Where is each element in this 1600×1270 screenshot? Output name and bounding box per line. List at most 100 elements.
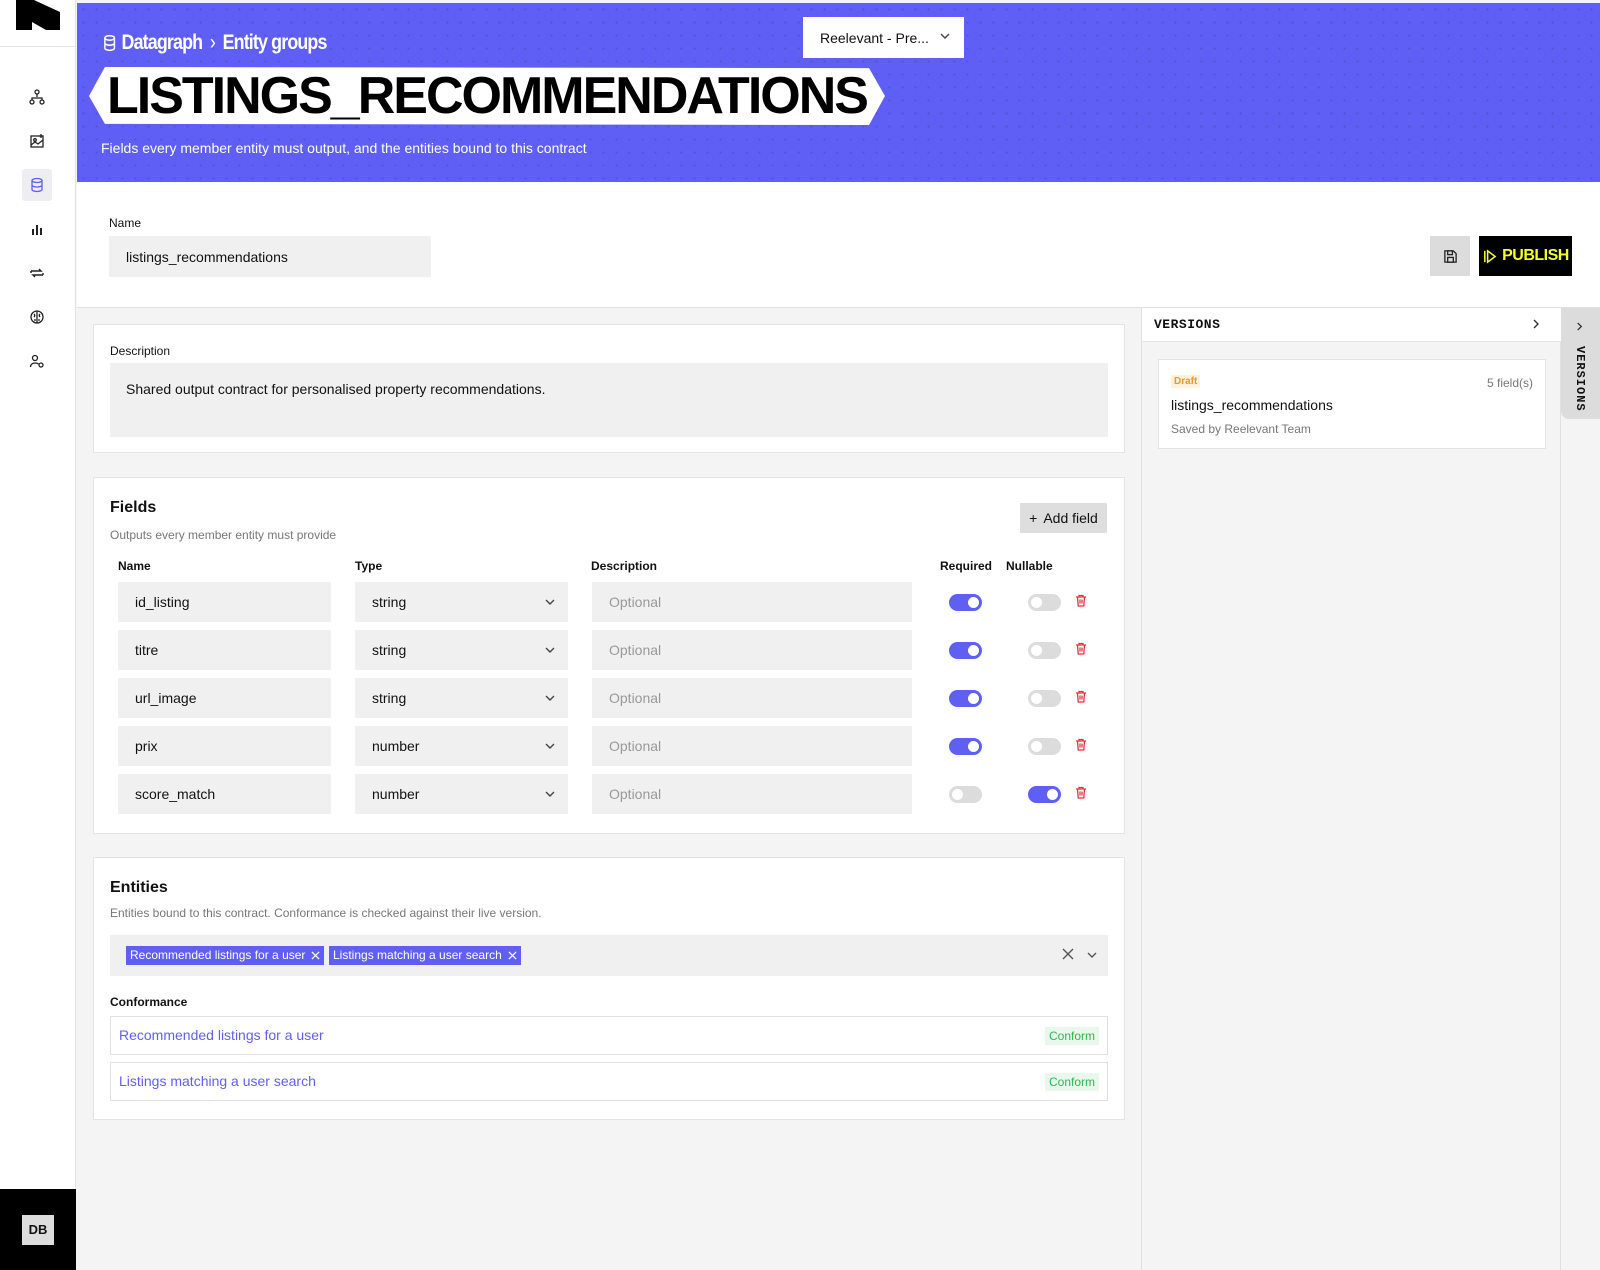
- description-label: Description: [110, 344, 171, 358]
- chevron-down-icon[interactable]: [1086, 949, 1098, 961]
- description-card: Description Shared output contract for p…: [93, 324, 1125, 453]
- trash-icon[interactable]: [1075, 786, 1087, 799]
- fields-subtitle: Outputs every member entity must provide: [110, 528, 337, 542]
- close-icon[interactable]: [311, 951, 320, 960]
- org-chart-icon[interactable]: [22, 81, 52, 113]
- toggle-knob: [952, 789, 963, 800]
- page-header: Datagraph › Entity groups LISTINGS_RECOM…: [77, 3, 1600, 182]
- toggle-knob: [1047, 789, 1058, 800]
- chevron-right-icon[interactable]: [1531, 319, 1541, 329]
- column-header-nullable: Nullable: [1006, 559, 1053, 573]
- conformance-entity-link[interactable]: Listings matching a user search: [119, 1073, 316, 1089]
- toggle-knob: [968, 741, 979, 752]
- trash-icon[interactable]: [1075, 594, 1087, 607]
- save-button[interactable]: [1430, 236, 1470, 276]
- name-input[interactable]: [109, 236, 431, 277]
- toggle-knob: [1031, 645, 1042, 656]
- nullable-toggle[interactable]: [1028, 642, 1061, 659]
- field-name-input[interactable]: score_match: [118, 774, 331, 814]
- required-toggle[interactable]: [949, 594, 982, 611]
- save-icon: [1443, 249, 1457, 263]
- column-header-description: Description: [591, 559, 658, 573]
- field-description-input[interactable]: Optional: [592, 774, 912, 814]
- entity-chip-label: Recommended listings for a user: [130, 948, 306, 962]
- nullable-toggle[interactable]: [1028, 690, 1061, 707]
- plus-icon: +: [1029, 510, 1038, 526]
- nullable-toggle[interactable]: [1028, 786, 1061, 803]
- chevron-right-icon: [1577, 322, 1583, 331]
- toggle-knob: [968, 597, 979, 608]
- column-header-name: Name: [118, 559, 151, 573]
- field-name-input[interactable]: titre: [118, 630, 331, 670]
- versions-tab[interactable]: VERSIONS: [1561, 308, 1600, 419]
- bar-chart-icon[interactable]: [22, 213, 52, 245]
- version-card[interactable]: Draft 5 field(s) listings_recommendation…: [1158, 359, 1546, 449]
- entity-chip[interactable]: Listings matching a user search: [329, 946, 521, 965]
- field-type-value: string: [372, 690, 407, 706]
- brain-icon[interactable]: [22, 301, 52, 333]
- field-description-input[interactable]: Optional: [592, 630, 912, 670]
- trash-icon[interactable]: [1075, 738, 1087, 751]
- entities-multiselect[interactable]: Recommended listings for a user Listings…: [110, 935, 1108, 976]
- field-description-input[interactable]: Optional: [592, 582, 912, 622]
- version-saved-by: Saved by Reelevant Team: [1171, 422, 1311, 436]
- network-image-icon[interactable]: [22, 125, 52, 157]
- entities-title: Entities: [110, 879, 168, 896]
- field-type-select[interactable]: number: [355, 726, 568, 766]
- close-icon[interactable]: [508, 951, 517, 960]
- add-field-button[interactable]: + Add field: [1020, 503, 1107, 533]
- avatar[interactable]: DB: [22, 1214, 54, 1245]
- field-name-input[interactable]: id_listing: [118, 582, 331, 622]
- field-type-value: string: [372, 594, 407, 610]
- versions-panel: VERSIONS Draft 5 field(s) listings_recom…: [1141, 308, 1561, 1270]
- field-type-value: string: [372, 642, 407, 658]
- description-textarea[interactable]: Shared output contract for personalised …: [110, 363, 1108, 437]
- database-icon[interactable]: [22, 169, 52, 201]
- conformance-entity-link[interactable]: Recommended listings for a user: [119, 1027, 324, 1043]
- fields-title: Fields: [110, 499, 157, 516]
- workspace-select[interactable]: Reelevant - Pre...: [803, 17, 964, 58]
- field-name-input[interactable]: url_image: [118, 678, 331, 718]
- field-type-select[interactable]: number: [355, 774, 568, 814]
- chevron-down-icon: [545, 599, 555, 605]
- publish-label: PUBLISH: [1502, 247, 1569, 264]
- publish-button[interactable]: PUBLISH: [1479, 236, 1572, 276]
- field-description-input[interactable]: Optional: [592, 678, 912, 718]
- reelevant-logo[interactable]: [16, 0, 60, 30]
- chevron-down-icon: [545, 647, 555, 653]
- column-header-type: Type: [355, 559, 383, 573]
- field-name-input[interactable]: prix: [118, 726, 331, 766]
- toggle-knob: [968, 645, 979, 656]
- entity-chip[interactable]: Recommended listings for a user: [126, 946, 325, 965]
- add-field-label: Add field: [1043, 510, 1098, 526]
- field-type-select[interactable]: string: [355, 630, 568, 670]
- database-icon: [104, 34, 116, 52]
- user-settings-icon[interactable]: [22, 345, 52, 377]
- clear-icon[interactable]: [1062, 948, 1074, 960]
- version-name: listings_recommendations: [1171, 397, 1333, 413]
- field-row: prix number Optional: [118, 726, 1108, 767]
- field-type-select[interactable]: string: [355, 678, 568, 718]
- required-toggle[interactable]: [949, 738, 982, 755]
- required-toggle[interactable]: [949, 642, 982, 659]
- required-toggle[interactable]: [949, 786, 982, 803]
- trash-icon[interactable]: [1075, 690, 1087, 703]
- sync-arrows-icon[interactable]: [22, 257, 52, 289]
- chevron-down-icon: [545, 743, 555, 749]
- nullable-toggle[interactable]: [1028, 738, 1061, 755]
- field-row: titre string Optional: [118, 630, 1108, 671]
- trash-icon[interactable]: [1075, 642, 1087, 655]
- field-type-value: number: [372, 786, 420, 802]
- name-label: Name: [109, 216, 142, 230]
- field-description-input[interactable]: Optional: [592, 726, 912, 766]
- field-type-select[interactable]: string: [355, 582, 568, 622]
- breadcrumb-root[interactable]: Datagraph: [122, 31, 203, 55]
- toggle-knob: [1031, 597, 1042, 608]
- breadcrumb-current[interactable]: Entity groups: [223, 31, 328, 55]
- workspace-select-value: Reelevant - Pre...: [820, 29, 929, 46]
- nullable-toggle[interactable]: [1028, 594, 1061, 611]
- conform-badge: Conform: [1044, 1027, 1099, 1045]
- chevron-down-icon: [940, 33, 950, 39]
- play-icon: [1484, 248, 1497, 264]
- required-toggle[interactable]: [949, 690, 982, 707]
